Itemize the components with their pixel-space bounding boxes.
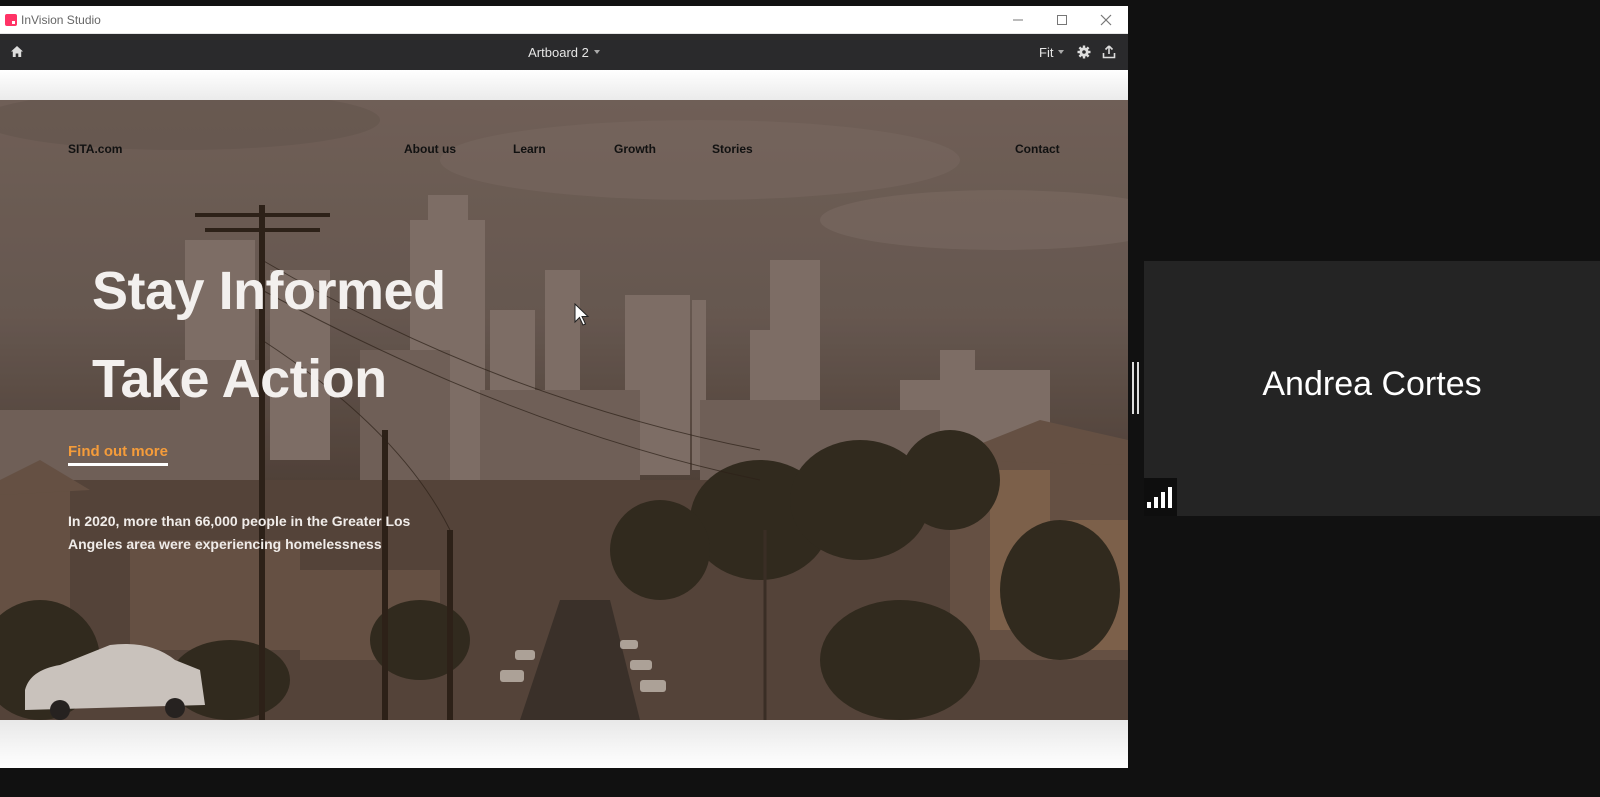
connection-signal-icon <box>1144 478 1177 516</box>
stat-line-2: Angeles area were experiencing homelessn… <box>68 536 382 552</box>
hero-title-line-2: Take Action <box>92 349 387 409</box>
maximize-icon <box>1057 14 1067 25</box>
invision-logo-icon <box>5 13 17 26</box>
home-button[interactable] <box>9 44 25 60</box>
nav-link-growth[interactable]: Growth <box>614 142 656 156</box>
close-icon <box>1100 14 1112 25</box>
design-canvas[interactable]: SITA.com About us Learn Growth Stories C… <box>0 70 1128 768</box>
nav-link-about-us[interactable]: About us <box>404 142 456 156</box>
minimize-icon <box>1013 19 1023 20</box>
mouse-cursor-icon <box>574 303 590 326</box>
close-button[interactable] <box>1084 6 1128 33</box>
homelessness-stat: In 2020, more than 66,000 people in the … <box>68 510 488 556</box>
home-icon <box>11 46 23 57</box>
window-controls <box>996 6 1128 33</box>
zoom-label: Fit <box>1039 44 1054 60</box>
window-titlebar[interactable]: InVision Studio <box>0 6 1128 34</box>
nav-link-contact[interactable]: Contact <box>1015 142 1060 156</box>
find-out-more-link[interactable]: Find out more <box>68 443 168 466</box>
minimize-button[interactable] <box>996 6 1040 33</box>
chevron-down-icon <box>1058 50 1065 54</box>
invision-studio-window: InVision Studio Artboard 2 Fit SITA.com … <box>0 6 1128 768</box>
studio-toolbar: Artboard 2 Fit <box>0 34 1128 70</box>
artboard-name: Artboard 2 <box>528 44 589 60</box>
chevron-down-icon <box>593 50 600 54</box>
gear-icon <box>1077 45 1091 59</box>
stat-line-1: In 2020, more than 66,000 people in the … <box>68 513 411 529</box>
zoom-selector[interactable]: Fit <box>1039 42 1065 62</box>
app-title: InVision Studio <box>21 12 101 27</box>
hero-title-line-1: Stay Informed <box>92 261 446 321</box>
nav-link-stories[interactable]: Stories <box>712 142 753 156</box>
canvas-backdrop <box>0 720 1128 768</box>
export-button[interactable] <box>1101 44 1117 60</box>
settings-button[interactable] <box>1076 44 1092 60</box>
site-logo[interactable]: SITA.com <box>68 142 122 156</box>
resize-handle[interactable] <box>1132 362 1140 414</box>
artboard-hero[interactable]: SITA.com About us Learn Growth Stories C… <box>0 100 1128 720</box>
nav-link-learn[interactable]: Learn <box>513 142 546 156</box>
site-navbar: SITA.com About us Learn Growth Stories C… <box>0 100 1128 200</box>
artboard-selector[interactable]: Artboard 2 <box>494 42 634 62</box>
participant-name: Andrea Cortes <box>1262 365 1482 403</box>
export-icon <box>1102 45 1116 59</box>
canvas-backdrop <box>0 70 1128 100</box>
participant-video-tile[interactable]: Andrea Cortes <box>1144 261 1600 516</box>
maximize-button[interactable] <box>1040 6 1084 33</box>
